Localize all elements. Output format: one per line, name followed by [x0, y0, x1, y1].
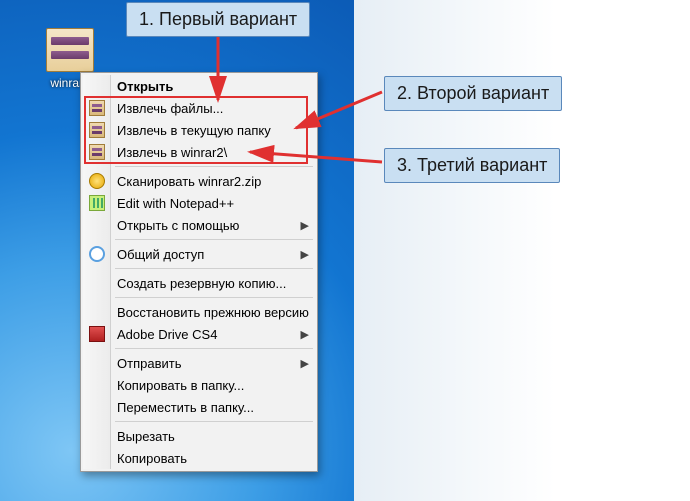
submenu-arrow-icon: ▶: [301, 357, 309, 370]
archive-icon: [89, 144, 105, 160]
annot-1-text: 1. Первый вариант: [139, 9, 297, 29]
menu-cut-label: Вырезать: [117, 429, 175, 444]
annot-3: 3. Третий вариант: [384, 148, 560, 183]
menu-copy-label: Копировать: [117, 451, 187, 466]
annot-3-text: 3. Третий вариант: [397, 155, 547, 175]
menu-extract-here[interactable]: Извлечь в текущую папку: [83, 119, 315, 141]
menu-scan-label: Сканировать winrar2.zip: [117, 174, 261, 189]
menu-open[interactable]: Открыть: [83, 75, 315, 97]
menu-sep: [115, 268, 313, 269]
menu-open-label: Открыть: [117, 79, 173, 94]
adobe-icon: [89, 326, 105, 342]
menu-restore[interactable]: Восстановить прежнюю версию: [83, 301, 315, 323]
menu-copy[interactable]: Копировать: [83, 447, 315, 469]
context-menu: Открыть Извлечь файлы... Извлечь в текущ…: [80, 72, 318, 472]
menu-extract-files[interactable]: Извлечь файлы...: [83, 97, 315, 119]
submenu-arrow-icon: ▶: [301, 328, 309, 341]
archive-icon: [46, 28, 94, 72]
menu-sep: [115, 421, 313, 422]
share-icon: [89, 246, 105, 262]
annot-2: 2. Второй вариант: [384, 76, 562, 111]
menu-edit-npp[interactable]: Edit with Notepad++: [83, 192, 315, 214]
submenu-arrow-icon: ▶: [301, 248, 309, 261]
menu-copy-to-label: Копировать в папку...: [117, 378, 244, 393]
menu-restore-label: Восстановить прежнюю версию: [117, 305, 309, 320]
menu-share-label: Общий доступ: [117, 247, 204, 262]
menu-adobe-label: Adobe Drive CS4: [117, 327, 217, 342]
shield-icon: [89, 173, 105, 189]
archive-icon: [89, 122, 105, 138]
notepadpp-icon: [89, 195, 105, 211]
menu-extract-to[interactable]: Извлечь в winrar2\: [83, 141, 315, 163]
menu-backup-label: Создать резервную копию...: [117, 276, 286, 291]
menu-move-to-label: Переместить в папку...: [117, 400, 254, 415]
menu-backup[interactable]: Создать резервную копию...: [83, 272, 315, 294]
menu-scan[interactable]: Сканировать winrar2.zip: [83, 170, 315, 192]
menu-open-with[interactable]: Открыть с помощью ▶: [83, 214, 315, 236]
submenu-arrow-icon: ▶: [301, 219, 309, 232]
menu-adobe[interactable]: Adobe Drive CS4 ▶: [83, 323, 315, 345]
menu-copy-to[interactable]: Копировать в папку...: [83, 374, 315, 396]
menu-sep: [115, 297, 313, 298]
menu-send-to-label: Отправить: [117, 356, 181, 371]
menu-extract-to-label: Извлечь в winrar2\: [117, 145, 227, 160]
menu-sep: [115, 239, 313, 240]
menu-edit-npp-label: Edit with Notepad++: [117, 196, 234, 211]
menu-extract-here-label: Извлечь в текущую папку: [117, 123, 271, 138]
menu-sep: [115, 166, 313, 167]
menu-share[interactable]: Общий доступ ▶: [83, 243, 315, 265]
menu-open-with-label: Открыть с помощью: [117, 218, 239, 233]
menu-extract-files-label: Извлечь файлы...: [117, 101, 223, 116]
menu-send-to[interactable]: Отправить ▶: [83, 352, 315, 374]
menu-sep: [115, 348, 313, 349]
menu-cut[interactable]: Вырезать: [83, 425, 315, 447]
annot-1: 1. Первый вариант: [126, 2, 310, 37]
annot-2-text: 2. Второй вариант: [397, 83, 549, 103]
menu-move-to[interactable]: Переместить в папку...: [83, 396, 315, 418]
archive-icon: [89, 100, 105, 116]
